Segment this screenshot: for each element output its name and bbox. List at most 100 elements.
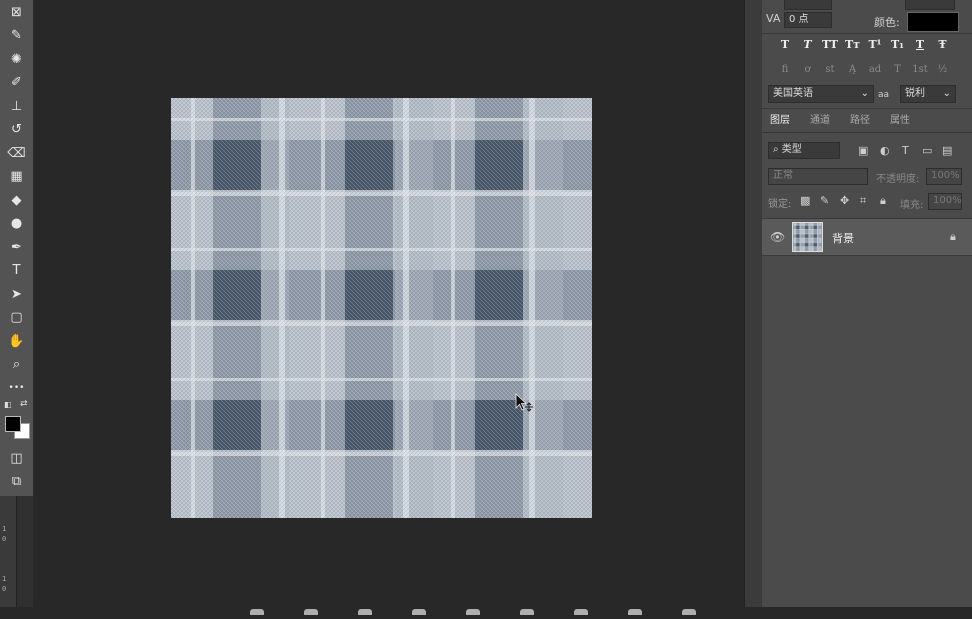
opentype-button[interactable]: T [889,61,907,77]
blend-mode-value: 正常 [773,170,793,181]
type-style-button[interactable]: T [799,36,817,52]
overlay-mark [250,609,264,615]
chevron-down-icon: ⌄ [861,86,869,102]
opentype-button[interactable]: fi [776,61,794,77]
eye-icon[interactable]: 👁︎ [770,231,785,243]
tab-1[interactable]: 通道 [810,112,830,130]
lock-position-icon[interactable]: ✥ [840,195,849,207]
layer-thumbnail-image [793,223,822,251]
pen-icon[interactable]: ✒ [4,237,29,257]
opentype-button[interactable]: ½ [934,61,952,77]
opentype-button[interactable]: ad [866,61,884,77]
color-label: 颜色: [874,14,900,30]
blend-mode-select[interactable]: 正常 [768,168,868,185]
fill-field[interactable]: 100% [928,193,962,210]
healing-brush-icon[interactable]: ✺ [4,49,29,69]
ruler-rail [17,496,33,607]
divider [762,108,972,109]
opentype-button[interactable]: Ą [844,61,862,77]
vertical-ruler: 1 0 1 0 [0,496,17,607]
leading-field[interactable] [784,0,832,10]
opacity-label: 不透明度: [876,170,919,185]
antialias-select[interactable]: 锐利 ⌄ [900,85,956,103]
layer-filter-select[interactable]: ⌕ 类型 [768,142,840,159]
smart-object-filter-icon[interactable]: ▤ [942,145,952,157]
pixel-filter-icon[interactable]: ▣ [858,145,868,157]
reset-colors-icon[interactable]: ◧ [4,400,12,409]
type-filter-icon[interactable]: T [902,145,909,157]
layer-row[interactable]: 👁︎ 背景 🔒︎ [762,218,972,256]
overlay-mark [412,609,426,615]
frame-icon[interactable]: ⊠ [4,2,29,22]
color-swatches[interactable]: ◧⇄ [2,398,32,442]
overlay-mark [466,609,480,615]
divider [762,33,972,34]
filter-kind-value: 类型 [782,144,802,155]
adjustment-filter-icon[interactable]: ◐ [880,145,890,157]
ruler-mark: 1 [2,526,6,533]
tracking-icon: VA [766,13,780,25]
swap-colors-icon[interactable]: ⇄ [20,399,28,409]
opentype-button[interactable]: st [821,61,839,77]
clone-stamp-icon[interactable]: ⊥ [4,96,29,116]
type-style-button[interactable]: Tт [844,36,862,52]
type-style-button[interactable]: T [911,36,929,52]
move-cursor-icon [515,393,533,415]
tools-panel: ⊠✎✺✐⊥↺⌫▦◆●✒T➤▢✋⌕•••◧⇄◫⧉ [0,0,34,496]
bottom-overlay [250,600,770,607]
shape-icon[interactable]: ▢ [4,308,29,328]
ruler-mark: 1 [2,576,6,583]
shape-filter-icon[interactable]: ▭ [922,145,932,157]
tab-0[interactable]: 图层 [770,112,790,130]
quick-mask-icon[interactable]: ◫ [4,448,29,468]
history-brush-icon[interactable]: ↺ [4,120,29,140]
tracking-field[interactable]: 0 点 [784,12,832,28]
type-style-button[interactable]: TT [821,36,839,52]
type-icon[interactable]: T [4,261,29,281]
eraser-icon[interactable]: ⌫ [4,143,29,163]
overlay-mark [574,609,588,615]
fabric-texture [793,223,821,251]
type-style-button[interactable]: T¹ [866,36,884,52]
brush-icon[interactable]: ✐ [4,73,29,93]
dodge-icon[interactable]: ● [4,214,29,234]
path-selection-icon[interactable]: ➤ [4,284,29,304]
gradient-icon[interactable]: ▦ [4,167,29,187]
layer-name: 背景 [832,230,854,246]
tab-2[interactable]: 路径 [850,112,870,130]
overlay-mark [358,609,372,615]
right-panel: VA 0 点 颜色: TTTTTтT¹T₁TŦ fiơstĄadT1st½ 美国… [762,0,972,607]
lock-pixels-icon[interactable]: ✎ [820,195,829,207]
screen-mode-icon[interactable]: ⧉ [4,471,29,491]
overlay-mark [520,609,534,615]
more-tools-icon[interactable]: ••• [4,378,29,398]
opentype-button[interactable]: ơ [799,61,817,77]
lock-transparent-icon[interactable]: ▩ [800,195,810,207]
foreground-color-swatch[interactable] [5,416,21,432]
artboard-lock-icon[interactable]: ⌗ [860,195,866,207]
overlay-mark [628,609,642,615]
ruler-mark: 0 [2,536,6,543]
scale-field[interactable] [905,0,955,10]
eyedropper-icon[interactable]: ✎ [4,26,29,46]
lock-label: 锁定: [768,195,791,210]
opacity-field[interactable]: 100% [926,168,962,185]
lock-all-icon[interactable]: 🔒︎ [880,195,886,207]
language-select[interactable]: 美国英语 ⌄ [768,85,874,103]
document-canvas[interactable] [171,98,592,518]
type-style-button[interactable]: T₁ [889,36,907,52]
tab-3[interactable]: 属性 [890,112,910,130]
hand-icon[interactable]: ✋ [4,331,29,351]
language-value: 美国英语 [773,88,813,99]
type-style-button[interactable]: T [776,36,794,52]
search-icon: ⌕ [773,144,782,155]
blur-icon[interactable]: ◆ [4,190,29,210]
type-style-button[interactable]: Ŧ [934,36,952,52]
text-color-swatch[interactable] [907,12,959,32]
fill-label: 填充: [900,196,923,211]
chevron-down-icon: ⌄ [943,86,951,102]
divider [762,132,972,133]
lock-icon: 🔒︎ [950,231,956,243]
opentype-button[interactable]: 1st [911,61,929,77]
zoom-icon[interactable]: ⌕ [4,355,29,375]
